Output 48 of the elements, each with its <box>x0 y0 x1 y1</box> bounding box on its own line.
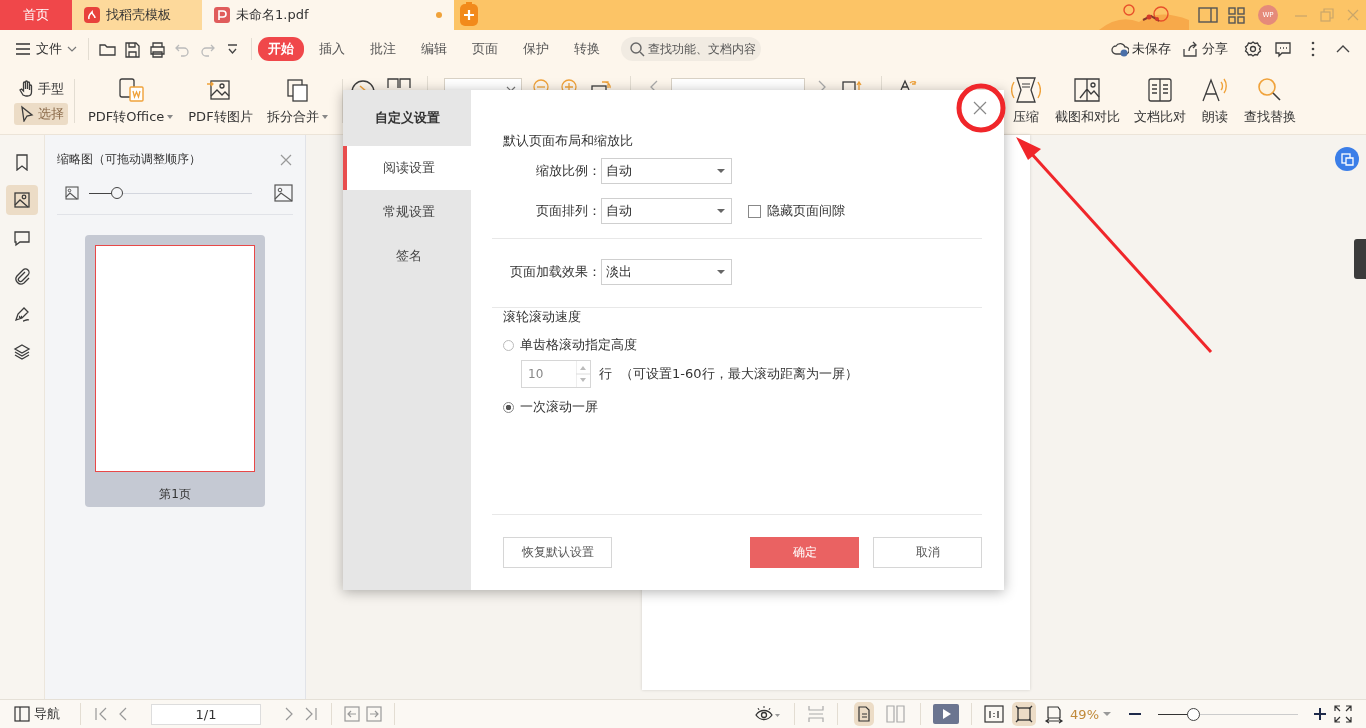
settings-nav-item[interactable]: 签名 <box>343 234 471 278</box>
tab[interactable]: 未命名1.pdf <box>202 0 454 30</box>
navigation-button[interactable]: 导航 <box>14 705 60 723</box>
dropdown[interactable]: 淡出 <box>601 259 732 285</box>
file-menu[interactable]: 文件 <box>14 40 78 58</box>
dialog-title: 自定义设置 <box>374 110 440 125</box>
ribbon-tab[interactable]: 转换 <box>564 37 610 61</box>
tool-button[interactable]: 手型 <box>14 77 68 100</box>
cancel-button[interactable]: 取消 <box>873 537 982 568</box>
share-button[interactable]: 分享 <box>1181 40 1228 58</box>
number-field[interactable]: 10 <box>521 360 591 388</box>
section-heading: 滚轮滚动速度 <box>503 308 582 326</box>
settings-nav-item[interactable]: 常规设置 <box>343 190 471 234</box>
page-thumbnail[interactable]: 第1页 <box>85 235 265 507</box>
radio-option[interactable]: 一次滚动一屏 <box>503 398 971 416</box>
dropdown[interactable]: 自动 <box>601 198 732 224</box>
toolbar-button[interactable]: PDF转Office <box>81 76 182 126</box>
tab[interactable]: 首页 <box>0 0 72 30</box>
settings-nav-item[interactable]: 阅读设置 <box>343 146 471 190</box>
dropdown[interactable]: 自动 <box>601 158 732 184</box>
field-label: 页面排列： <box>535 202 601 220</box>
toolbar-button[interactable]: 拆分合并 <box>259 76 336 126</box>
tab[interactable]: 找稻壳模板 <box>72 0 202 30</box>
toolbar-button[interactable]: 朗读 <box>1192 76 1237 126</box>
toolbar-button[interactable]: 查找替换 <box>1236 76 1303 126</box>
ribbon-tab[interactable]: 编辑 <box>411 37 457 61</box>
field-label: 缩放比例： <box>535 162 601 180</box>
page-field[interactable]: 1/1 <box>151 703 261 725</box>
panel-title: 缩略图（可拖动调整顺序） <box>57 151 201 168</box>
radio-option[interactable]: 单齿格滚动指定高度 <box>503 336 971 354</box>
section-heading: 默认页面布局和缩放比 <box>503 132 634 150</box>
tool-button[interactable]: 选择 <box>14 102 68 125</box>
ribbon-tab[interactable]: 批注 <box>360 37 406 61</box>
ribbon-tab[interactable]: 插入 <box>309 37 355 61</box>
search-field[interactable]: 查找功能、文档内容 <box>621 37 761 61</box>
ribbon-tab[interactable]: 保护 <box>513 37 559 61</box>
restore-defaults-button[interactable]: 恢复默认设置 <box>503 537 612 568</box>
toolbar-button[interactable]: 截图和对比 <box>1047 76 1127 126</box>
checkbox[interactable]: 隐藏页面间隙 <box>748 202 845 220</box>
toolbar-button[interactable]: 压缩 <box>1003 76 1048 126</box>
save-status[interactable]: 未保存 <box>1111 40 1171 58</box>
toolbar-button[interactable]: 文档比对 <box>1126 76 1193 126</box>
ribbon-tab[interactable]: 开始 <box>258 37 304 61</box>
ribbon-tab[interactable]: 页面 <box>462 37 508 61</box>
unit-label: 行 <box>599 365 612 383</box>
toolbar-button[interactable]: PDF转图片 <box>181 76 260 126</box>
field-label: 页面加载效果： <box>509 263 601 281</box>
hint-text: （可设置1-60行，最大滚动距离为一屏） <box>620 365 858 383</box>
